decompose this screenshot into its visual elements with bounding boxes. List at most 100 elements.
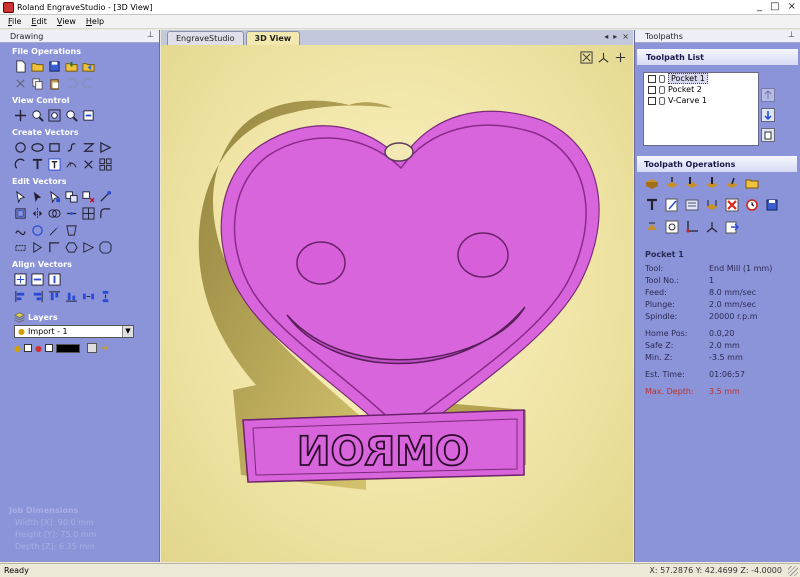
zoom-icon[interactable] — [30, 109, 45, 123]
cut-icon[interactable] — [13, 77, 28, 91]
fillet-icon[interactable] — [98, 207, 113, 221]
view-2d-icon[interactable] — [81, 109, 96, 123]
undo-icon[interactable] — [64, 77, 79, 91]
toolpath-settings-icon[interactable] — [703, 197, 720, 214]
menu-view[interactable]: View — [57, 17, 76, 26]
circle-tool-icon[interactable] — [13, 141, 28, 155]
distort-icon[interactable] — [64, 224, 79, 238]
save-toolpath-icon[interactable] — [763, 197, 780, 214]
minimize-button[interactable]: _ — [757, 1, 762, 12]
pocket-toolpath-icon[interactable] — [703, 175, 720, 192]
set-origin-icon[interactable] — [683, 219, 700, 236]
ungroup-icon[interactable] — [81, 190, 96, 204]
layer-checkbox-2[interactable] — [44, 344, 53, 352]
tab-engravestudio[interactable]: EngraveStudio — [167, 31, 244, 45]
break-icon[interactable] — [30, 241, 45, 255]
align-left-icon[interactable] — [13, 290, 28, 304]
arrow-shape-icon[interactable] — [81, 241, 96, 255]
corner-icon[interactable] — [47, 241, 62, 255]
pin-icon[interactable]: ⊥ — [788, 30, 795, 39]
zoom-fit-icon[interactable] — [47, 109, 62, 123]
rectangle-tool-icon[interactable] — [47, 141, 62, 155]
move-down-button[interactable] — [761, 108, 775, 122]
toolpath-checkbox[interactable] — [648, 74, 656, 83]
layer-color-picker[interactable] — [55, 343, 80, 353]
offset-icon[interactable] — [13, 207, 28, 221]
close-button[interactable]: × — [788, 1, 796, 12]
paste-icon[interactable] — [47, 77, 62, 91]
list-item[interactable]: Pocket 1 — [644, 73, 758, 84]
polyline-tool-icon[interactable] — [81, 141, 96, 155]
join-icon[interactable] — [64, 207, 79, 221]
tab-prev-icon[interactable]: ◂ — [604, 32, 608, 41]
align-horizontal-center-icon[interactable] — [30, 273, 45, 287]
tab-3d-view[interactable]: 3D View — [245, 31, 301, 45]
vcarve-toolpath-icon[interactable] — [723, 175, 740, 192]
arc-tool-icon[interactable] — [13, 158, 28, 172]
save-icon[interactable] — [47, 60, 62, 74]
profile-toolpath-icon[interactable] — [683, 175, 700, 192]
zoom-window-icon[interactable] — [64, 109, 79, 123]
octagon-icon[interactable] — [98, 241, 113, 255]
open-folder-icon[interactable] — [30, 60, 45, 74]
maximize-button[interactable]: □ — [770, 1, 779, 12]
align-vertical-center-icon[interactable] — [47, 273, 62, 287]
delete-toolpath-icon[interactable] — [723, 197, 740, 214]
tab-next-icon[interactable]: ▸ — [613, 32, 617, 41]
resize-grip[interactable] — [788, 566, 798, 576]
layer-delete-icon[interactable]: ➜ — [100, 343, 108, 354]
layer-checkbox[interactable] — [23, 344, 32, 352]
preview-toolpath-icon[interactable] — [643, 219, 660, 236]
time-estimate-icon[interactable] — [743, 197, 760, 214]
transform-icon[interactable] — [47, 190, 62, 204]
node-edit-icon[interactable] — [30, 190, 45, 204]
text-box-tool-icon[interactable] — [47, 158, 62, 172]
smooth-icon[interactable] — [13, 224, 28, 238]
array-tool-icon[interactable] — [98, 158, 113, 172]
align-right-icon[interactable] — [30, 290, 45, 304]
hexagon-icon[interactable] — [64, 241, 79, 255]
lasso-icon[interactable] — [13, 241, 28, 255]
polygon-tool-icon[interactable] — [98, 141, 113, 155]
scatter-tool-icon[interactable] — [81, 158, 96, 172]
layer-dropdown[interactable]: ● Import - 1 ▼ — [14, 325, 134, 338]
material-setup-icon[interactable] — [643, 175, 660, 192]
pin-icon[interactable]: ⊥ — [147, 30, 154, 39]
chevron-down-icon[interactable]: ▼ — [122, 326, 133, 337]
curve-tool-icon[interactable] — [64, 141, 79, 155]
close-vector-icon[interactable] — [30, 224, 45, 238]
layer-properties-icon[interactable] — [86, 343, 97, 353]
menu-help[interactable]: Help — [86, 17, 104, 26]
align-bottom-icon[interactable] — [64, 290, 79, 304]
extend-icon[interactable] — [47, 224, 62, 238]
align-top-icon[interactable] — [47, 290, 62, 304]
tool-database-icon[interactable] — [683, 197, 700, 214]
toolpath-checkbox[interactable] — [648, 85, 656, 94]
copy-icon[interactable] — [30, 77, 45, 91]
3d-viewport[interactable]: OMRON — [161, 45, 633, 562]
weld-icon[interactable] — [98, 190, 113, 204]
align-center-icon[interactable] — [13, 273, 28, 287]
group-icon[interactable] — [64, 190, 79, 204]
export-folder-icon[interactable] — [81, 60, 96, 74]
toolpath-checkbox[interactable] — [648, 96, 656, 105]
new-file-icon[interactable] — [13, 60, 28, 74]
text-tool-icon[interactable] — [30, 158, 45, 172]
menu-edit[interactable]: Edit — [31, 17, 47, 26]
move-up-button[interactable] — [761, 88, 775, 102]
delete-toolpath-button[interactable] — [761, 128, 775, 142]
space-vertical-icon[interactable] — [98, 290, 113, 304]
import-folder-icon[interactable] — [64, 60, 79, 74]
open-toolpath-icon[interactable] — [743, 175, 760, 192]
menu-file[interactable]: File — [8, 17, 21, 26]
space-horizontal-icon[interactable] — [81, 290, 96, 304]
axis-view-icon[interactable] — [703, 219, 720, 236]
list-item[interactable]: Pocket 2 — [644, 84, 758, 95]
layer-lock-icon[interactable]: ● — [35, 344, 42, 353]
layer-visible-icon[interactable]: ● — [14, 344, 21, 353]
list-item[interactable]: V-Carve 1 — [644, 95, 758, 106]
select-tool-icon[interactable] — [13, 190, 28, 204]
trim-icon[interactable] — [47, 207, 62, 221]
text-toolpath-icon[interactable] — [643, 197, 660, 214]
preview-window-icon[interactable] — [663, 219, 680, 236]
